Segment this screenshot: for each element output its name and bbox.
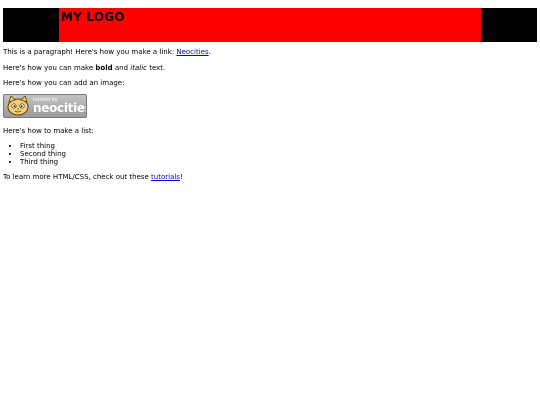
paragraph-list-intro: Here's how to make a list:	[3, 127, 94, 135]
example-list: First thing Second thing Third thing	[3, 142, 66, 166]
paragraph-text: text.	[146, 64, 166, 72]
hosted-by-neocities-badge: hosted by neocities	[3, 94, 87, 118]
tutorials-link[interactable]: tutorials	[151, 173, 180, 181]
header-logo-banner: MY LOGO	[59, 8, 481, 42]
paragraph-text: !	[179, 173, 183, 181]
paragraph-text: To learn more HTML/CSS, check out these	[3, 173, 152, 181]
list-item: Third thing	[20, 158, 66, 166]
paragraph-text: This is a paragraph! Here's how you make…	[3, 48, 177, 56]
list-item: Second thing	[20, 150, 66, 158]
neocities-link[interactable]: Neocities	[176, 48, 208, 56]
paragraph-tutorials: To learn more HTML/CSS, check out these …	[3, 173, 183, 182]
paragraph-text: .	[208, 48, 211, 56]
neocities-cat-icon	[7, 96, 29, 116]
list-item: First thing	[20, 142, 66, 150]
paragraph-image-intro: Here's how you can add an image:	[3, 79, 125, 87]
italic-text: italic	[130, 64, 147, 72]
site-header: MY LOGO	[3, 8, 537, 42]
site-logo: MY LOGO	[61, 10, 125, 24]
paragraph-link-example: This is a paragraph! Here's how you make…	[3, 48, 211, 57]
paragraph-formatting-example: Here's how you can make bold and italic …	[3, 64, 165, 73]
paragraph-text: Here's how you can make	[3, 64, 96, 72]
bold-text: bold	[95, 64, 113, 72]
paragraph-text: and	[112, 64, 131, 72]
badge-brand-text: neocities	[33, 101, 87, 115]
